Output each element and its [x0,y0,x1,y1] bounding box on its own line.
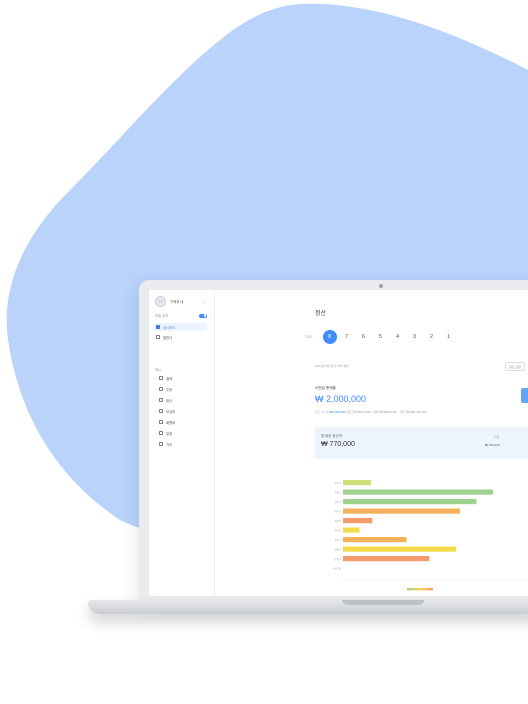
chart-bar [343,546,457,552]
camera-dot [379,284,383,288]
dashboard-icon [156,325,160,329]
folder-icon [159,376,163,380]
main-content: 정산 2021 8 7 6 5 4 3 2 1 2021년 8월 정산 내역 확… [215,290,528,596]
chart-category-label: 항목 1 [335,481,342,485]
workspace-name: 구매처 내 [170,300,184,304]
chart-category-label: 항목 4 [335,510,342,514]
month-tab-1[interactable]: 1 [440,334,457,340]
sidebar-item-label: 캘린더 [163,335,173,340]
chart-category-label: 항목 9 [335,557,342,561]
wallet-icon [159,409,163,413]
month-tab-6[interactable]: 6 [355,334,372,340]
avatar: 로고 [155,296,166,307]
chart-bar [343,518,373,524]
month-tab-5[interactable]: 5 [372,334,389,340]
sidebar-item-settlement[interactable]: › 정산 [155,396,207,404]
sidebar-section-label: 메뉴 [155,368,162,372]
sidebar-item-member-fee[interactable]: › 회원비 [155,418,207,426]
mode-row: 모둠 관리 [155,313,207,318]
sidebar-item-label: 결제 [166,376,173,381]
chevron-right-icon: › [155,387,156,391]
legend-gradient [407,588,433,591]
chart-bar [343,537,407,543]
chart-bar [343,499,477,505]
chart-category-label: 항목 3 [335,500,342,504]
chart-category-label: 항목 7 [335,538,342,542]
box-icon [159,442,163,446]
forecast-value: ₩ 770,000 [321,441,355,448]
forecast-panel: 월 예상 정산액 ₩ 770,000 지난 ₩ 700,000 [315,427,528,459]
chart-bar [343,480,371,486]
chart-bar [343,489,494,495]
chevron-right-icon: › [155,398,156,402]
previous-label: 지난 [493,435,500,439]
receipt-icon [159,398,163,402]
chevron-right-icon: › [155,420,156,424]
sidebar-item-label: 정산 [166,398,173,403]
mode-toggle[interactable] [199,313,207,318]
workspace-header[interactable]: 로고 구매처 내 [155,296,183,307]
chevron-right-icon: › [155,376,156,380]
month-tab-8[interactable]: 8 [321,330,338,344]
request-button[interactable]: 정산 요청 [505,362,525,371]
chevron-right-icon: › [155,442,156,446]
chart-category-label: 항목 8 [335,548,342,552]
fee-summary: 카드 수수료 ₩ 2,300,000 현금 결제 ₩200,000 · 계좌이체… [315,410,426,414]
sidebar-item-label: 대시보드 [163,325,176,330]
laptop-notch [342,600,424,605]
month-label: 8 [322,330,337,344]
month-tab-4[interactable]: 4 [389,334,406,340]
sidebar-item-label: 모임비 [166,409,176,414]
previous-column: 지난 ₩ 700,000 [485,435,500,447]
fee-highlight: ₩ 2,300,000 [329,410,346,414]
pencil-icon [159,431,163,435]
chevron-down-icon[interactable]: ⌄ [203,299,206,304]
chart-category-label: 항목 6 [335,529,342,533]
sidebar-item-dashboard[interactable]: 대시보드 [153,323,207,331]
amount-value: ₩ 2,000,000 [315,394,367,404]
laptop-lid: 로고 구매처 내 ⌄ 모둠 관리 대시보드 캘린더 메뉴 › 결제 › 주문 › 정산… [139,280,528,600]
settlement-bar-chart: 항목 1 항목 2 항목 3 항목 4 항목 5 항목 6 항목 7 항목 8 항목 9 항목 1… [333,480,528,591]
mode-label: 모둠 관리 [155,314,169,318]
chart-bar [343,556,430,562]
sidebar-item-label: 주문 [166,387,173,392]
sidebar-item-orders[interactable]: › 주문 [155,385,207,393]
sidebar: 로고 구매처 내 ⌄ 모둠 관리 대시보드 캘린더 메뉴 › 결제 › 주문 › 정산… [149,290,215,596]
monitor-icon [156,335,160,339]
page-title: 정산 [315,311,327,317]
chart-category-label: 항목 2 [335,491,342,495]
sidebar-item-group-fee[interactable]: › 모임비 [155,407,207,415]
settle-button[interactable]: 정산 [521,388,528,403]
chevron-right-icon: › [155,409,156,413]
year-label[interactable]: 2021 [297,335,321,339]
fee-details: 현금 결제 ₩200,000 · 계좌이체 ₩300,000 · 기타 결제 ₩… [346,410,427,414]
chart-category-label: 항목 10 [333,567,341,571]
period-note: 2021년 8월 정산 내역 확인 [315,364,349,368]
chart-legend [407,588,433,591]
sidebar-item-label: 일정 [166,431,173,436]
chart-bar [343,527,360,533]
chart-bar [343,508,460,514]
laptop-base [88,600,528,614]
laptop-screen: 로고 구매처 내 ⌄ 모둠 관리 대시보드 캘린더 메뉴 › 결제 › 주문 › 정산… [149,290,528,596]
forecast-label: 월 예상 정산액 [321,434,342,438]
sidebar-item-calendar[interactable]: 캘린더 [153,333,207,341]
sidebar-item-schedule[interactable]: › 일정 [155,429,207,437]
chevron-right-icon: › [155,431,156,435]
amount-label: 이번달 총매출 [315,386,336,390]
month-selector: 2021 8 7 6 5 4 3 2 1 [297,330,457,344]
sidebar-item-etc[interactable]: › 기타 [155,440,207,448]
fee-label: 카드 수수료 [315,410,329,414]
previous-value: ₩ 700,000 [485,443,500,447]
doc-icon [159,420,163,424]
chart-bars: 항목 1 항목 2 항목 3 항목 4 항목 5 항목 6 항목 7 항목 8 항목 9 항목 1… [333,480,494,571]
month-tab-2[interactable]: 2 [423,334,440,340]
sidebar-item-label: 회원비 [166,420,176,425]
sidebar-item-label: 기타 [166,442,173,447]
chart-category-label: 항목 5 [335,519,342,523]
cart-icon [159,387,163,391]
month-tab-7[interactable]: 7 [338,334,355,340]
month-tab-3[interactable]: 3 [406,334,423,340]
sidebar-item-payment[interactable]: › 결제 [155,374,207,382]
